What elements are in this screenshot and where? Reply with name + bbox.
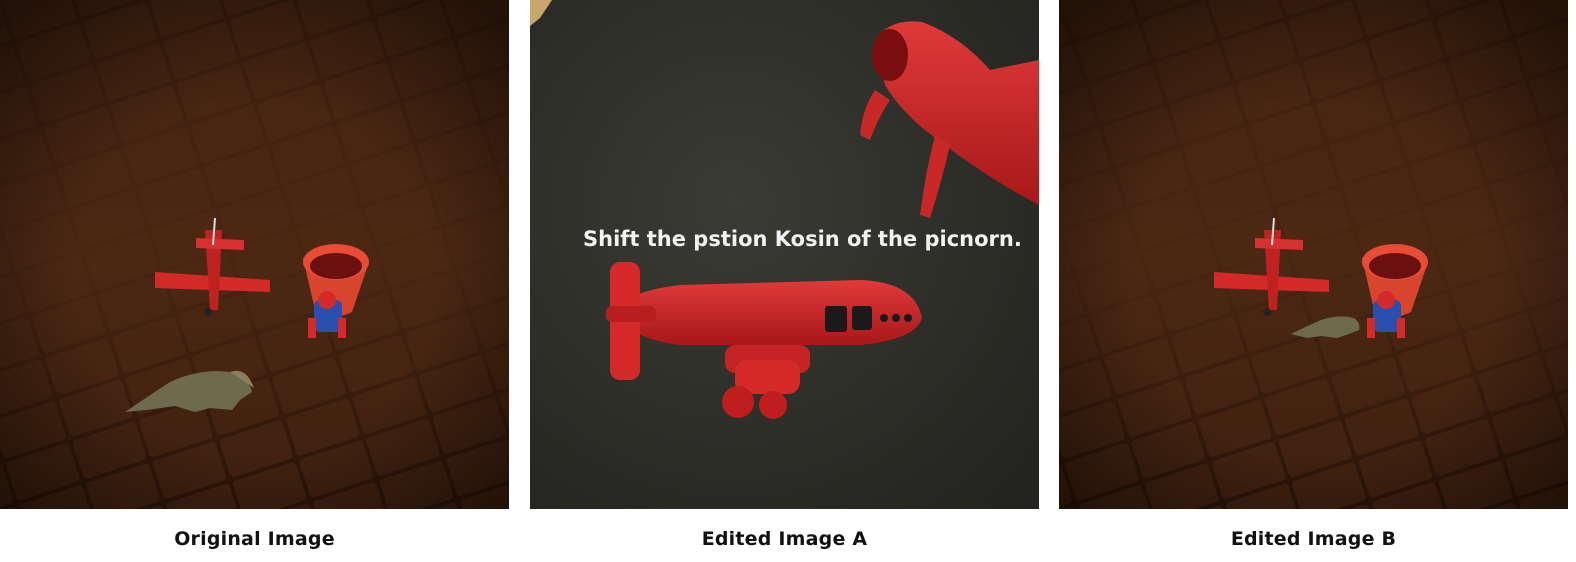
caption-edited-b: Edited Image B xyxy=(1230,528,1397,550)
caption-original: Original Image xyxy=(174,528,335,550)
caption-edited-a: Edited Image A xyxy=(701,528,868,550)
original-image xyxy=(0,0,509,509)
edited-image-b xyxy=(1059,0,1568,509)
overlay-text: Shift the pstion Kosin of the picnorn. xyxy=(583,227,1022,251)
edited-image-a: Shift the pstion Kosin of the picnorn. xyxy=(530,0,1039,509)
edited-image-a-panel: Shift the pstion Kosin of the picnorn. xyxy=(530,0,1039,509)
original-image-panel xyxy=(0,0,509,509)
edited-image-b-panel xyxy=(1059,0,1568,509)
